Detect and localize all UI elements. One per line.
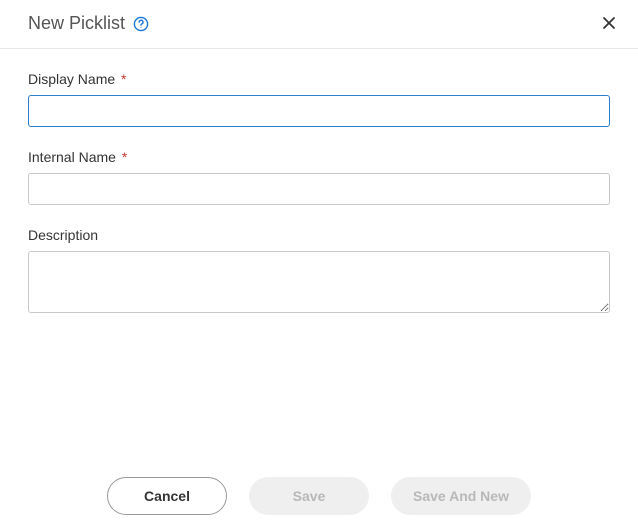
cancel-button[interactable]: Cancel <box>107 477 227 515</box>
internal-name-group: Internal Name * <box>28 149 610 205</box>
dialog-footer: Cancel Save Save And New <box>0 477 638 515</box>
internal-name-input[interactable] <box>28 173 610 205</box>
dialog-header: New Picklist <box>0 0 638 49</box>
close-icon[interactable] <box>598 12 620 34</box>
required-asterisk: * <box>121 71 126 87</box>
display-name-group: Display Name * <box>28 71 610 127</box>
internal-name-label-text: Internal Name <box>28 149 116 165</box>
save-and-new-button[interactable]: Save And New <box>391 477 531 515</box>
display-name-label-text: Display Name <box>28 71 115 87</box>
save-button[interactable]: Save <box>249 477 369 515</box>
description-textarea[interactable] <box>28 251 610 313</box>
form-area: Display Name * Internal Name * Descripti… <box>0 49 638 318</box>
dialog-title: New Picklist <box>28 13 125 34</box>
description-group: Description <box>28 227 610 318</box>
display-name-label: Display Name * <box>28 71 610 87</box>
help-icon[interactable] <box>133 16 149 32</box>
description-label-text: Description <box>28 227 98 243</box>
display-name-input[interactable] <box>28 95 610 127</box>
internal-name-label: Internal Name * <box>28 149 610 165</box>
description-label: Description <box>28 227 610 243</box>
required-asterisk: * <box>122 149 127 165</box>
